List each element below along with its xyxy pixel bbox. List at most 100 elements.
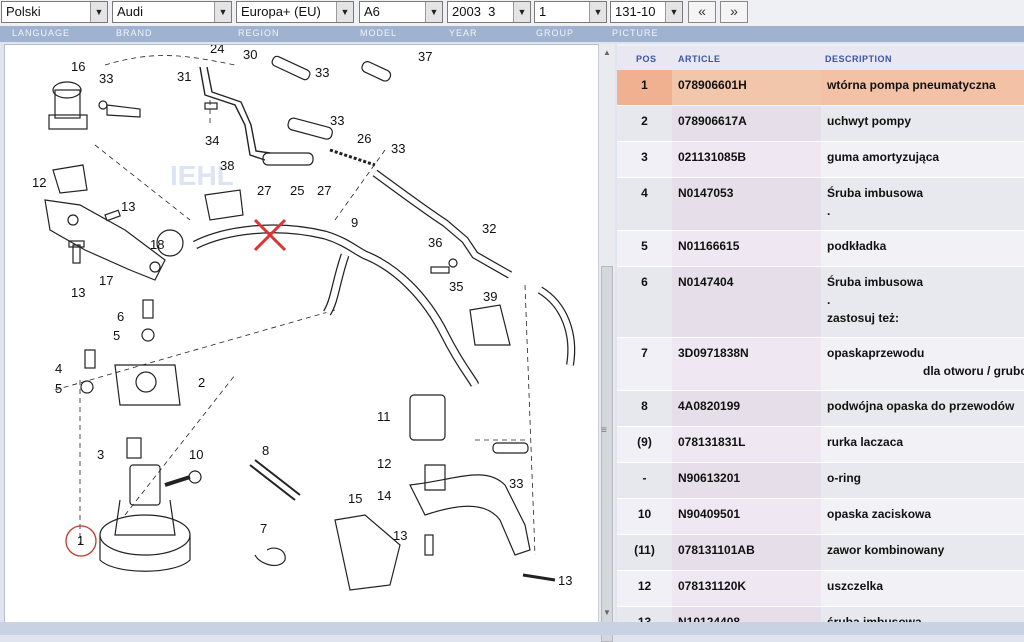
callout-number[interactable]: 15 — [348, 491, 362, 506]
callout-number[interactable]: 33 — [391, 141, 405, 156]
header-description: DESCRIPTION — [825, 54, 893, 64]
table-row[interactable]: (11) 078131101AB zawor kombinowany — [617, 535, 1024, 570]
table-row[interactable]: 5 N01166615 podkładka — [617, 231, 1024, 266]
table-row[interactable]: 1 078906601H wtórna pompa pneumatyczna — [617, 70, 1024, 105]
row-article[interactable]: 4A0820199 — [672, 391, 821, 426]
callout-number[interactable]: 39 — [483, 289, 497, 304]
callout-number[interactable]: 37 — [418, 49, 432, 64]
model-select[interactable]: A6 ▼ — [359, 1, 443, 23]
callout-number[interactable]: 31 — [177, 69, 191, 84]
callout-number[interactable]: 33 — [509, 476, 523, 491]
language-value: Polski — [6, 4, 41, 19]
table-row[interactable]: (9) 078131831L rurka laczaca — [617, 427, 1024, 462]
callout-number[interactable]: 32 — [482, 221, 496, 236]
callout-number[interactable]: 33 — [330, 113, 344, 128]
callout-number[interactable]: 11 — [377, 409, 391, 424]
picture-select[interactable]: 131-10 ▼ — [610, 1, 683, 23]
callout-number[interactable]: 12 — [377, 456, 391, 471]
row-article[interactable]: N01166615 — [672, 231, 821, 266]
scroll-thumb[interactable] — [601, 266, 613, 642]
callout-number[interactable]: 26 — [357, 131, 371, 146]
callout-number[interactable]: 14 — [377, 488, 391, 503]
callout-number[interactable]: 27 — [317, 183, 331, 198]
callout-number[interactable]: 30 — [243, 47, 257, 62]
callout-labels: 163324 30333731341213183827 25 273326331713… — [32, 45, 572, 588]
callout-number[interactable]: 6 — [117, 309, 124, 324]
callout-number[interactable]: 10 — [189, 447, 203, 462]
scroll-up-icon[interactable]: ▲ — [599, 46, 615, 60]
callout-number[interactable]: 5 — [113, 328, 120, 343]
table-row[interactable]: 13 N10124408 śruba imbusowa — [617, 607, 1024, 622]
header-pos: POS — [636, 54, 657, 64]
row-description-text: podkładka — [827, 239, 887, 253]
scroll-down-icon[interactable]: ▼ — [599, 606, 615, 620]
callout-number[interactable]: 35 — [449, 279, 463, 294]
row-pos: (11) — [617, 535, 672, 570]
callout-number[interactable]: 8 — [262, 443, 269, 458]
pump-bracket — [114, 364, 181, 406]
callout-number[interactable]: 13 — [558, 573, 572, 588]
callout-number[interactable]: 7 — [260, 521, 267, 536]
row-article[interactable]: 078131101AB — [672, 535, 821, 570]
row-article[interactable]: 078131831L — [672, 427, 821, 462]
group-value: 1 — [539, 4, 547, 19]
language-select[interactable]: Polski ▼ — [1, 1, 108, 23]
row-article[interactable]: 078906617A — [672, 106, 821, 141]
table-row[interactable]: 12 078131120K uszczelka — [617, 571, 1024, 606]
diagram-scrollbar[interactable]: ▲ ▼ — [598, 44, 615, 642]
callout-number[interactable]: 36 — [428, 235, 442, 250]
table-row[interactable]: 4 N0147053 Śruba imbusowa. — [617, 178, 1024, 230]
table-row[interactable]: 2 078906617A uchwyt pompy — [617, 106, 1024, 141]
callout-number[interactable]: 9 — [351, 215, 358, 230]
callout-number[interactable]: 2 — [198, 375, 205, 390]
row-article[interactable]: 078906601H — [672, 70, 821, 105]
row-article[interactable]: N0147404 — [672, 267, 821, 337]
callout-number[interactable]: 34 — [205, 133, 219, 148]
row-article[interactable]: N0147053 — [672, 178, 821, 230]
callout-number[interactable]: 33 — [315, 65, 329, 80]
chevron-down-icon: ▼ — [214, 2, 231, 22]
callout-number[interactable]: 13 — [121, 199, 135, 214]
table-row[interactable]: 3 021131085B guma amortyzująca — [617, 142, 1024, 177]
row-pos: 12 — [617, 571, 672, 606]
callout-number[interactable]: 17 — [99, 273, 113, 288]
prev-picture-button[interactable]: « — [688, 1, 716, 23]
table-row[interactable]: 8 4A0820199 podwójna opaska do przewodów — [617, 391, 1024, 426]
next-picture-button[interactable]: » — [720, 1, 748, 23]
table-row[interactable]: 10 N90409501 opaska zaciskowa — [617, 499, 1024, 534]
row-article[interactable]: 078131120K — [672, 571, 821, 606]
callout-number[interactable]: 12 — [32, 175, 46, 190]
row-description: podwójna opaska do przewodów — [821, 391, 1024, 426]
brand-select[interactable]: Audi ▼ — [112, 1, 232, 23]
row-description: opaska zaciskowa — [821, 499, 1024, 534]
row-article[interactable]: 3D0971838N — [672, 338, 821, 390]
row-article[interactable]: N10124408 — [672, 607, 821, 622]
splitter-handle-icon[interactable]: ≡ — [601, 425, 607, 436]
callout-number[interactable]: 13 — [71, 285, 85, 300]
row-article[interactable]: 021131085B — [672, 142, 821, 177]
row-article[interactable]: N90613201 — [672, 463, 821, 498]
model-value: A6 — [364, 4, 380, 19]
row-description-text: uszczelka — [827, 579, 884, 593]
region-select[interactable]: Europa+ (EU) ▼ — [236, 1, 354, 23]
callout-number[interactable]: 27 — [257, 183, 271, 198]
callout-number[interactable]: 38 — [220, 158, 234, 173]
table-row[interactable]: - N90613201 o-ring — [617, 463, 1024, 498]
table-row[interactable]: 7 3D0971838N opaskaprzewodu dla otworu / gr… — [617, 338, 1024, 390]
callout-number[interactable]: 16 — [71, 59, 85, 74]
callout-number[interactable]: 3 — [97, 447, 104, 462]
callout-number[interactable]: 5 — [55, 381, 62, 396]
year-select[interactable]: 2003 3 ▼ — [447, 1, 531, 23]
callout-number[interactable]: 13 — [393, 528, 407, 543]
row-description: wtórna pompa pneumatyczna — [821, 70, 1024, 105]
callout-number[interactable]: 25 — [290, 183, 304, 198]
group-select[interactable]: 1 ▼ — [534, 1, 607, 23]
callout-number[interactable]: 18 — [150, 237, 164, 252]
row-pos: 7 — [617, 338, 672, 390]
table-row[interactable]: 6 N0147404 Śruba imbusowa. zastosuj też: — [617, 267, 1024, 337]
callout-number[interactable]: 24 — [210, 45, 224, 56]
callout-number[interactable]: 1 — [77, 533, 84, 548]
callout-number[interactable]: 4 — [55, 361, 62, 376]
callout-number[interactable]: 33 — [99, 71, 113, 86]
row-article[interactable]: N90409501 — [672, 499, 821, 534]
